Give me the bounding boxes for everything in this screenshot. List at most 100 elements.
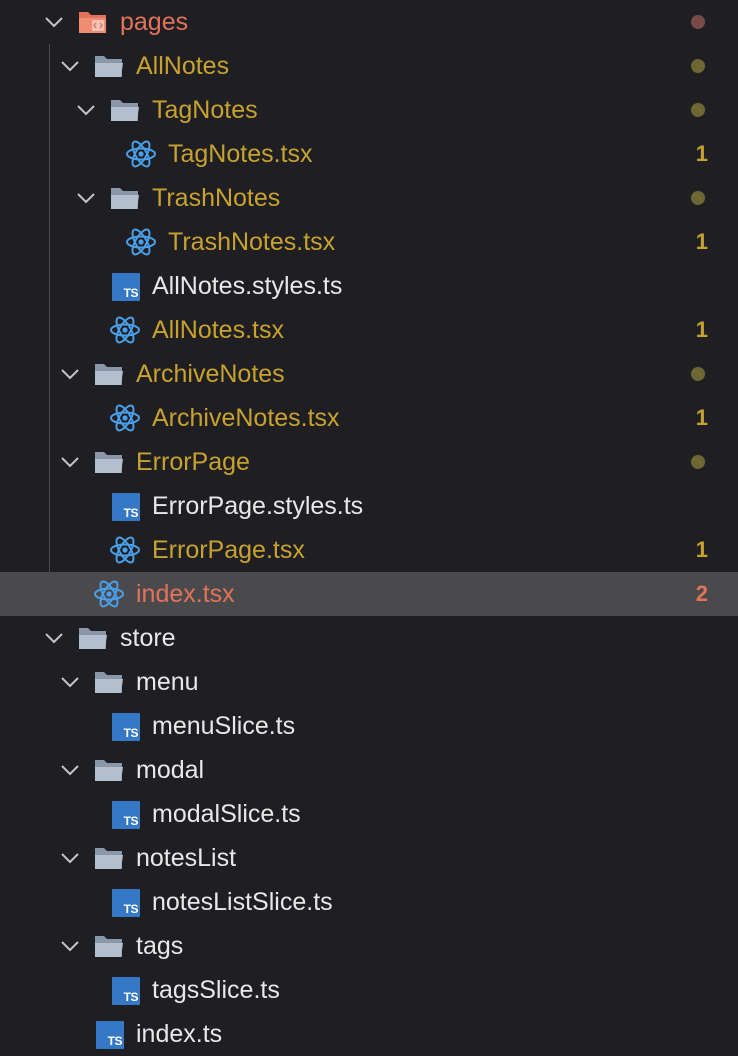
tree-item-label: AllNotes.tsx [152, 316, 284, 344]
tree-item-errorpage-styles-ts[interactable]: TS ErrorPage.styles.ts [0, 484, 738, 528]
folder-open-icon [94, 845, 124, 871]
tree-item-label: menu [136, 668, 199, 696]
tree-item-errorpage-tsx[interactable]: ErrorPage.tsx 1 [0, 528, 738, 572]
modified-dot-indicator [691, 59, 705, 73]
folder-open-icon [94, 757, 124, 783]
tree-item-allnotes-styles-ts[interactable]: TS AllNotes.styles.ts [0, 264, 738, 308]
problem-count-badge: 1 [695, 405, 708, 430]
folder-open-glyph [79, 628, 107, 649]
chevron-down-glyph [61, 765, 79, 776]
tree-item-label: tagsSlice.ts [152, 976, 280, 1004]
chevron-down-icon[interactable] [76, 188, 96, 208]
tree-item-archivenotes[interactable]: ArchiveNotes [0, 352, 738, 396]
chevron-down-icon[interactable] [60, 672, 80, 692]
tree-item-trashnotes-tsx[interactable]: TrashNotes.tsx 1 [0, 220, 738, 264]
tree-item-label: TrashNotes.tsx [168, 228, 336, 256]
chevron-down-glyph [61, 369, 79, 380]
tree-item-label: modal [136, 756, 205, 784]
typescript-file-icon: TS [112, 889, 140, 917]
ts-icon-text: TS [123, 814, 139, 828]
react-atom-glyph [126, 228, 156, 256]
chevron-down-glyph [61, 457, 79, 468]
chevron-down-icon[interactable] [60, 760, 80, 780]
react-icon [109, 402, 141, 434]
tree-item-label: pages [120, 8, 189, 36]
chevron-down-icon[interactable] [60, 848, 80, 868]
tree-item-label: ErrorPage.tsx [152, 536, 305, 564]
folder-open-icon [94, 933, 124, 959]
react-atom-glyph [110, 536, 140, 564]
tree-item-trashnotes[interactable]: TrashNotes [0, 176, 738, 220]
tree-item-store[interactable]: store [0, 616, 738, 660]
typescript-file-icon: TS [112, 801, 140, 829]
pages-folder-icon [78, 9, 108, 35]
tree-item-label: TagNotes.tsx [168, 140, 313, 168]
tree-item-index-tsx[interactable]: index.tsx 2 [0, 572, 738, 616]
folder-open-glyph [111, 100, 139, 121]
folder-open-icon [78, 625, 108, 651]
tree-item-tagnotes-tsx[interactable]: TagNotes.tsx 1 [0, 132, 738, 176]
react-icon [109, 534, 141, 566]
chevron-down-glyph [61, 853, 79, 864]
tree-item-menu[interactable]: menu [0, 660, 738, 704]
tree-item-modalslice-ts[interactable]: TS modalSlice.ts [0, 792, 738, 836]
problem-count-badge: 1 [695, 229, 708, 254]
tree-item-label: ErrorPage.styles.ts [152, 492, 364, 520]
ts-icon-text: TS [123, 506, 139, 520]
folder-open-icon [94, 449, 124, 475]
chevron-down-icon[interactable] [60, 364, 80, 384]
folder-open-glyph [95, 848, 123, 869]
tree-item-archivenotes-tsx[interactable]: ArchiveNotes.tsx 1 [0, 396, 738, 440]
chevron-down-icon[interactable] [60, 56, 80, 76]
folder-open-glyph [95, 760, 123, 781]
tree-item-label: ArchiveNotes [136, 360, 285, 388]
chevron-down-glyph [45, 633, 63, 644]
tree-item-tagsslice-ts[interactable]: TS tagsSlice.ts [0, 968, 738, 1012]
tree-item-errorpage[interactable]: ErrorPage [0, 440, 738, 484]
tree-item-tags[interactable]: tags [0, 924, 738, 968]
tree-item-label: index.tsx [136, 580, 235, 608]
tree-item-label: modalSlice.ts [152, 800, 301, 828]
problem-count-badge: 2 [695, 581, 708, 606]
folder-open-icon [94, 669, 124, 695]
tree-item-modal[interactable]: modal [0, 748, 738, 792]
problem-count-badge: 1 [695, 141, 708, 166]
modified-dot-indicator [691, 455, 705, 469]
folder-open-icon [110, 185, 140, 211]
tree-item-label: index.ts [136, 1020, 223, 1048]
ts-icon-text: TS [123, 726, 139, 740]
tree-item-label: tags [136, 932, 184, 960]
tree-item-tagnotes[interactable]: TagNotes [0, 88, 738, 132]
chevron-down-icon[interactable] [76, 100, 96, 120]
tree-item-pages[interactable]: pages [0, 0, 738, 44]
tree-item-label: AllNotes [136, 52, 230, 80]
typescript-file-icon: TS [112, 493, 140, 521]
tree-item-noteslist[interactable]: notesList [0, 836, 738, 880]
chevron-down-icon[interactable] [60, 452, 80, 472]
typescript-file-icon: TS [112, 713, 140, 741]
tree-item-label: AllNotes.styles.ts [152, 272, 343, 300]
problem-count-badge: 1 [695, 317, 708, 342]
chevron-down-glyph [77, 193, 95, 204]
tree-item-allnotes[interactable]: AllNotes [0, 44, 738, 88]
chevron-down-icon[interactable] [44, 628, 64, 648]
folder-open-glyph [95, 452, 123, 473]
chevron-down-glyph [61, 61, 79, 72]
chevron-down-glyph [45, 17, 63, 28]
tree-item-label: ErrorPage [136, 448, 250, 476]
folder-open-glyph [95, 364, 123, 385]
chevron-down-icon[interactable] [60, 936, 80, 956]
modified-dot-indicator [691, 367, 705, 381]
folder-open-icon [110, 97, 140, 123]
chevron-down-glyph [61, 677, 79, 688]
chevron-down-icon[interactable] [44, 12, 64, 32]
tree-item-index-ts[interactable]: TS index.ts [0, 1012, 738, 1056]
tree-item-allnotes-tsx[interactable]: AllNotes.tsx 1 [0, 308, 738, 352]
modified-dot-indicator [691, 15, 705, 29]
file-explorer-tree: pages AllNotes TagNotes TagNotes.tsx 1 TrashN… [0, 0, 738, 1056]
folder-open-icon [94, 361, 124, 387]
tree-item-label: TrashNotes [152, 184, 281, 212]
tree-item-noteslistslice-ts[interactable]: TS notesListSlice.ts [0, 880, 738, 924]
tree-item-menuslice-ts[interactable]: TS menuSlice.ts [0, 704, 738, 748]
folder-open-glyph [111, 188, 139, 209]
